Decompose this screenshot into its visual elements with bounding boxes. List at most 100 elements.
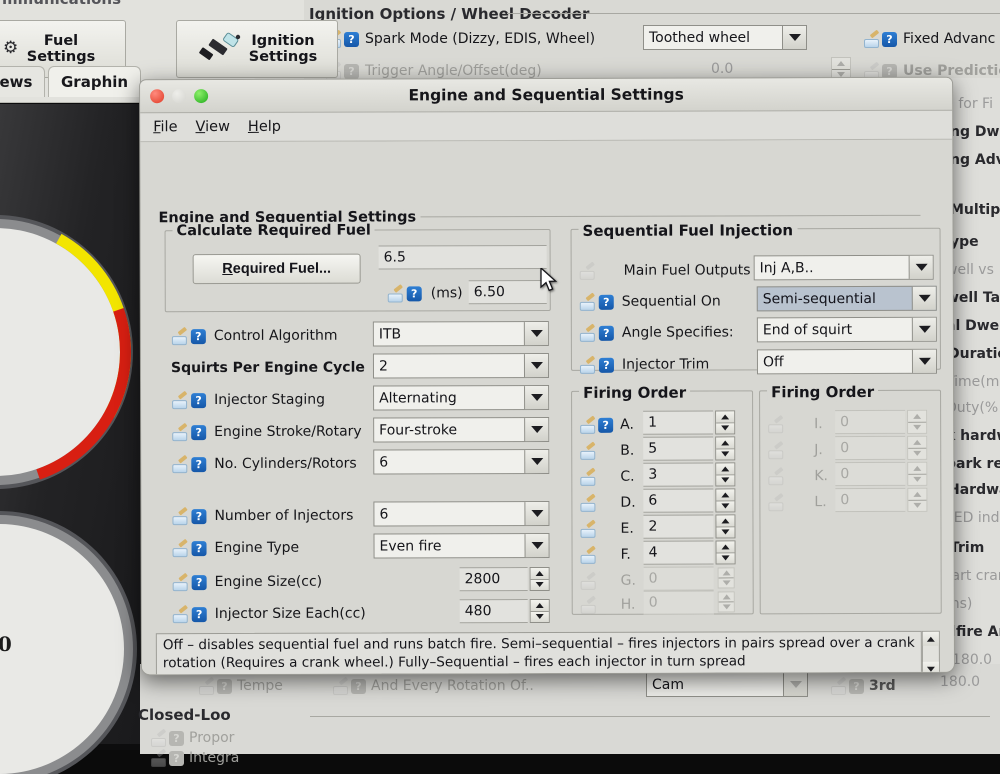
help-text-scrollbar[interactable]: [921, 630, 940, 676]
firing-order-field-c[interactable]: 3: [643, 462, 714, 487]
help-icon[interactable]: ?: [344, 31, 359, 47]
required-fuel-ms-field[interactable]: 6.50: [468, 280, 547, 305]
chevron-down-icon[interactable]: [524, 449, 549, 474]
firing-order-row-f: F.: [580, 543, 631, 567]
engine-size-field[interactable]: 2800: [459, 567, 528, 592]
firing-order-field-e[interactable]: 2: [643, 514, 714, 539]
temperature-label: Tempe: [237, 678, 283, 694]
menu-help[interactable]: Help: [248, 119, 281, 135]
chevron-down-icon[interactable]: [911, 286, 936, 310]
firing-order-spinner-e[interactable]: [715, 514, 736, 539]
help-icon[interactable]: ?: [191, 392, 207, 408]
firing-order-spinner-b[interactable]: [715, 436, 736, 461]
firing-order-field-h: 0: [643, 590, 714, 615]
angle-value: 180.0: [940, 674, 981, 690]
control-algorithm-label: Control Algorithm: [213, 327, 338, 345]
tab-graphing-label: Graphin: [61, 73, 129, 91]
injector-staging-combo[interactable]: Alternating: [373, 384, 550, 411]
sequential-on-combo[interactable]: Semi-sequential: [756, 285, 937, 312]
tab-views[interactable]: Views: [0, 66, 46, 97]
menu-view[interactable]: View: [195, 119, 229, 135]
injector-size-spinner[interactable]: [529, 598, 550, 624]
chevron-down-icon[interactable]: [783, 673, 807, 696]
number-of-injectors-combo[interactable]: 6: [373, 500, 550, 527]
minimize-window-button[interactable]: [172, 89, 187, 104]
chevron-down-icon[interactable]: [524, 385, 549, 410]
engine-stroke-combo[interactable]: Four-stroke: [373, 416, 550, 443]
main-fuel-outputs-label: Main Fuel Outputs: [623, 262, 751, 279]
firing-order-spinner-a[interactable]: [715, 410, 736, 435]
firing-order-spinner-l: [907, 487, 928, 512]
engine-type-combo[interactable]: Even fire: [373, 532, 550, 559]
chevron-down-icon[interactable]: [524, 501, 549, 526]
firing-order-row-g: G.: [580, 569, 636, 593]
pencil-icon: [171, 390, 188, 409]
chevron-down-icon[interactable]: [523, 321, 548, 346]
control-algorithm-combo[interactable]: ITB: [372, 320, 549, 347]
cam-combo[interactable]: Cam: [646, 672, 808, 697]
help-icon[interactable]: ?: [598, 357, 614, 373]
main-fuel-outputs-value: Inj A,B..: [759, 259, 814, 276]
help-icon[interactable]: ?: [191, 508, 207, 524]
help-icon[interactable]: ?: [191, 540, 207, 556]
gauge-tick-label: 40: [0, 632, 12, 656]
firing-order-field-f[interactable]: 4: [643, 540, 714, 565]
required-fuel-button[interactable]: Required Fuel...: [192, 253, 361, 285]
firing-order-field-a[interactable]: 1: [643, 410, 714, 435]
pencil-icon: [172, 572, 189, 591]
chevron-down-icon[interactable]: [911, 349, 936, 373]
pencil-icon: [171, 326, 188, 345]
engine-size-spinner[interactable]: [529, 566, 550, 592]
sequential-fuel-group-title: Sequential Fuel Injection: [578, 221, 798, 240]
chevron-down-icon[interactable]: [911, 317, 936, 341]
help-icon[interactable]: ?: [598, 325, 614, 341]
pencil-icon: [387, 283, 404, 302]
squirts-per-cycle-combo[interactable]: 2: [372, 352, 550, 379]
required-fuel-value-field[interactable]: 6.5: [378, 245, 547, 270]
menu-file[interactable]: File: [153, 119, 177, 135]
injector-trim-row: ? Injector Trim: [579, 352, 709, 376]
help-icon[interactable]: ?: [191, 574, 207, 590]
firing-order-row-l: L.: [767, 490, 827, 514]
chevron-down-icon[interactable]: [524, 533, 549, 558]
number-of-injectors-value: 6: [379, 505, 389, 523]
chevron-down-icon[interactable]: [908, 255, 933, 279]
firing-order-spinner-d[interactable]: [715, 488, 736, 513]
spark-mode-combo[interactable]: Toothed wheel: [643, 25, 807, 50]
chevron-down-icon[interactable]: [524, 417, 549, 442]
chevron-down-icon[interactable]: [523, 353, 549, 378]
ignition-options-window[interactable]: Ignition Options / Wheel Decoder ? Spark…: [296, 0, 1000, 81]
firing-order-field-d[interactable]: 6: [643, 488, 714, 513]
pencil-icon: [579, 261, 596, 280]
help-icon[interactable]: ?: [191, 424, 207, 440]
injector-trim-combo[interactable]: Off: [756, 348, 937, 375]
close-window-button[interactable]: [150, 89, 165, 104]
help-icon: ?: [169, 730, 184, 746]
help-icon[interactable]: ?: [882, 31, 897, 47]
pencil-icon: [172, 604, 189, 623]
spark-mode-row: ? Spark Mode (Dizzy, EDIS, Wheel): [325, 27, 595, 51]
scroll-up-icon[interactable]: [922, 631, 939, 646]
zoom-window-button[interactable]: [194, 89, 209, 104]
firing-order-spinner-c[interactable]: [715, 462, 736, 487]
help-icon[interactable]: ?: [406, 285, 422, 301]
angle-specifies-combo[interactable]: End of squirt: [756, 316, 937, 343]
help-icon[interactable]: ?: [598, 417, 614, 433]
no-cylinders-combo[interactable]: 6: [373, 448, 550, 475]
main-fuel-outputs-combo[interactable]: Inj A,B..: [753, 254, 934, 281]
engine-sequential-settings-dialog[interactable]: Engine and Sequential Settings File View…: [139, 76, 955, 676]
chevron-down-icon[interactable]: [782, 26, 806, 49]
tab-graphing[interactable]: Graphin: [48, 66, 142, 97]
help-icon[interactable]: ?: [191, 606, 207, 622]
help-icon[interactable]: ?: [190, 328, 206, 344]
help-icon[interactable]: ?: [598, 294, 614, 310]
firing-order-spinner-h: [717, 591, 735, 613]
window-controls[interactable]: [150, 89, 209, 104]
dialog-titlebar[interactable]: Engine and Sequential Settings: [140, 77, 953, 114]
firing-order-field-b[interactable]: 5: [643, 436, 714, 461]
help-icon[interactable]: ?: [191, 456, 207, 472]
injector-size-field[interactable]: 480: [459, 599, 528, 624]
firing-order-spinner-f[interactable]: [715, 540, 736, 565]
no-cylinders-row: ? No. Cylinders/Rotors: [171, 452, 357, 477]
dialog-menubar[interactable]: File View Help: [140, 110, 953, 143]
